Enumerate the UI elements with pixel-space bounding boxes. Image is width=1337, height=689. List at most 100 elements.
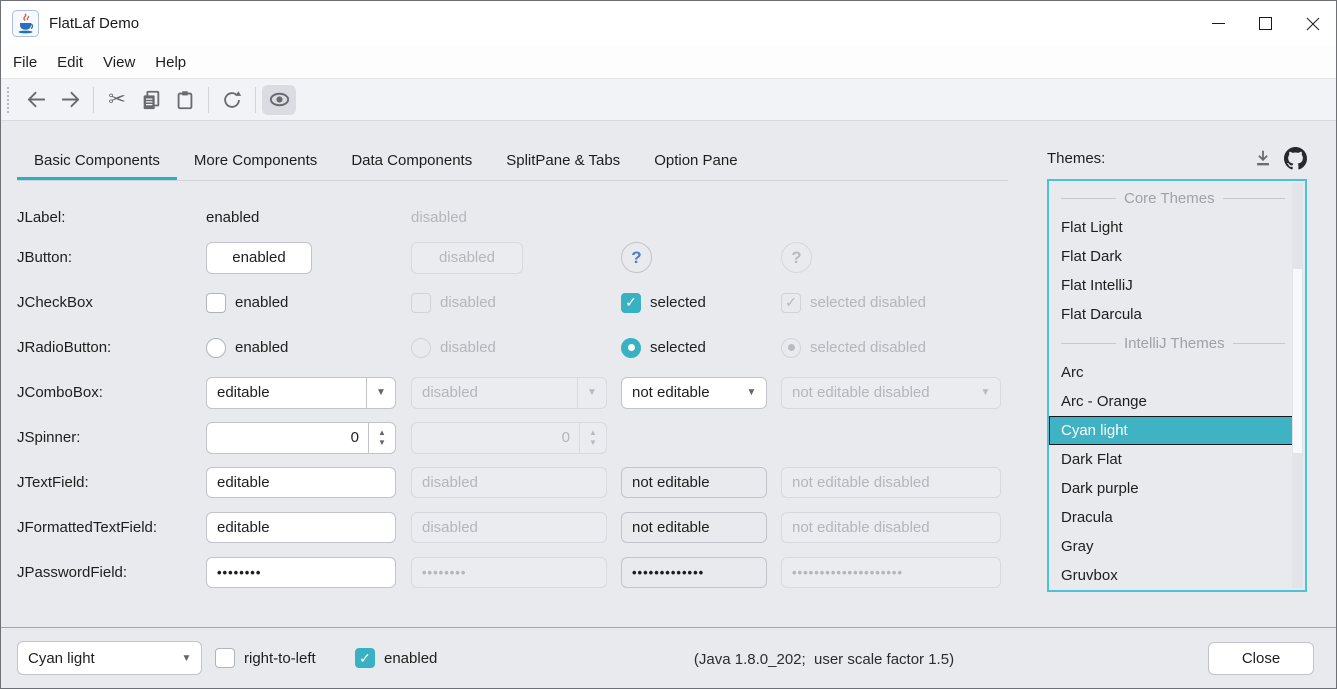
jradio-enabled[interactable]: enabled (206, 338, 411, 358)
spinner-up-icon[interactable]: ▲ (378, 428, 386, 438)
theme-item-flat-darcula[interactable]: Flat Darcula (1049, 300, 1305, 329)
menu-help[interactable]: Help (145, 46, 196, 78)
jbutton-enabled[interactable]: enabled (206, 242, 312, 274)
toolbar-grip[interactable] (7, 87, 11, 113)
passwordfield-not-editable: ••••••••••••• (621, 557, 767, 588)
textfield-disabled: disabled (411, 467, 607, 498)
menu-file[interactable]: File (3, 46, 47, 78)
passwordfield-disabled: •••••••• (411, 557, 607, 588)
forward-arrow-icon (59, 88, 82, 111)
toolbar-separator (93, 87, 94, 113)
jcheckbox-enabled[interactable]: enabled (206, 293, 411, 313)
theme-item-dracula[interactable]: Dracula (1049, 503, 1305, 532)
checkbox-unchecked[interactable] (215, 648, 235, 668)
spinner-up-icon: ▲ (589, 428, 597, 438)
toolbar-separator (208, 87, 209, 113)
passwordfield-editable[interactable]: •••••••• (206, 557, 396, 588)
copy-button[interactable] (134, 85, 168, 115)
minimize-button[interactable] (1195, 1, 1242, 46)
theme-item-cyan-light-selected[interactable]: Cyan light (1049, 416, 1294, 445)
theme-item-gruvbox[interactable]: Gruvbox (1049, 561, 1305, 590)
chevron-down-icon: ▼ (971, 378, 1000, 408)
toolbar-separator (255, 87, 256, 113)
tab-data-components[interactable]: Data Components (334, 141, 489, 180)
checkbox-checked-disabled: ✓ (781, 293, 801, 313)
jradio-selected-disabled: selected disabled (781, 338, 1011, 358)
passwordfield-not-editable-disabled: •••••••••••••••••••• (781, 557, 1001, 588)
app-window: FlatLaf Demo File Edit View Help (0, 0, 1337, 689)
row-label-jlabel: JLabel: (17, 209, 206, 226)
row-label-jcombobox: JComboBox: (17, 384, 206, 401)
right-to-left-checkbox[interactable]: right-to-left (215, 648, 316, 668)
jcheckbox-selected[interactable]: ✓ selected (621, 293, 781, 313)
radio-selected[interactable] (621, 338, 641, 358)
theme-item-arc[interactable]: Arc (1049, 358, 1305, 387)
chevron-down-icon[interactable]: ▼ (366, 378, 395, 408)
download-icon (1253, 148, 1273, 168)
row-label-jpasswordfield: JPasswordField: (17, 564, 206, 581)
theme-item-flat-light[interactable]: Flat Light (1049, 213, 1305, 242)
formattedtextfield-editable[interactable]: editable (206, 512, 396, 543)
spinner-down-icon: ▼ (589, 438, 597, 448)
maximize-button[interactable] (1242, 1, 1289, 46)
tab-option-pane[interactable]: Option Pane (637, 141, 754, 180)
row-label-jtextfield: JTextField: (17, 474, 206, 491)
combobox-not-editable[interactable]: not editable ▼ (621, 377, 767, 409)
tab-more-components[interactable]: More Components (177, 141, 334, 180)
theme-item-arc-orange[interactable]: Arc - Orange (1049, 387, 1305, 416)
formattedtextfield-not-editable-disabled: not editable disabled (781, 512, 1001, 543)
row-label-jcheckbox: JCheckBox (17, 294, 206, 311)
chevron-down-icon[interactable]: ▼ (737, 378, 766, 408)
close-window-button[interactable] (1289, 1, 1336, 46)
paste-clipboard-icon (174, 89, 196, 111)
refresh-button[interactable] (215, 85, 249, 115)
chevron-down-icon[interactable]: ▼ (172, 642, 201, 674)
download-button[interactable] (1253, 148, 1273, 168)
radio-unselected[interactable] (206, 338, 226, 358)
help-button[interactable]: ? (621, 242, 652, 273)
menu-edit[interactable]: Edit (47, 46, 93, 78)
row-label-jspinner: JSpinner: (17, 429, 206, 446)
show-hidden-toggle-button[interactable] (262, 85, 296, 115)
minimize-icon (1212, 17, 1225, 30)
combobox-editable[interactable]: editable ▼ (206, 377, 396, 409)
theme-item-dark-flat[interactable]: Dark Flat (1049, 445, 1305, 474)
themes-group-core: Core Themes (1049, 184, 1305, 213)
close-button[interactable]: Close (1208, 642, 1314, 675)
eye-icon (268, 88, 291, 111)
cut-button[interactable]: ✂ (100, 85, 134, 115)
menu-view[interactable]: View (93, 46, 145, 78)
theme-item-flat-dark[interactable]: Flat Dark (1049, 242, 1305, 271)
checkbox-unchecked[interactable] (206, 293, 226, 313)
back-button[interactable] (19, 85, 53, 115)
paste-button[interactable] (168, 85, 202, 115)
checkbox-checked[interactable]: ✓ (621, 293, 641, 313)
themes-header: Themes: (1047, 143, 1307, 173)
textfield-not-editable-disabled: not editable disabled (781, 467, 1001, 498)
textfield-editable[interactable]: editable (206, 467, 396, 498)
theme-item-dark-purple[interactable]: Dark purple (1049, 474, 1305, 503)
spinner-disabled: 0 ▲▼ (411, 422, 607, 454)
formattedtextfield-disabled: disabled (411, 512, 607, 543)
themes-scrollbar-thumb[interactable] (1293, 269, 1302, 453)
theme-item-flat-intellij[interactable]: Flat IntelliJ (1049, 271, 1305, 300)
spinner-enabled[interactable]: 0 ▲▼ (206, 422, 396, 454)
themes-list: Core Themes Flat Light Flat Dark Flat In… (1047, 179, 1307, 592)
jradio-selected[interactable]: selected (621, 338, 781, 358)
refresh-icon (221, 89, 243, 111)
theme-selector-combobox[interactable]: Cyan light ▼ (17, 641, 202, 675)
spinner-value[interactable]: 0 (207, 429, 368, 446)
close-icon (1306, 17, 1320, 31)
spinner-down-icon[interactable]: ▼ (378, 438, 386, 448)
theme-item-gray[interactable]: Gray (1049, 532, 1305, 561)
enabled-checkbox[interactable]: ✓ enabled (355, 648, 437, 668)
formattedtextfield-not-editable: not editable (621, 512, 767, 543)
checkbox-unchecked-disabled (411, 293, 431, 313)
forward-button[interactable] (53, 85, 87, 115)
tab-splitpane-tabs[interactable]: SplitPane & Tabs (489, 141, 637, 180)
jlabel-enabled: enabled (206, 209, 411, 226)
row-label-jradiobutton: JRadioButton: (17, 339, 206, 356)
checkbox-checked[interactable]: ✓ (355, 648, 375, 668)
github-link-button[interactable] (1284, 147, 1307, 170)
tab-basic-components[interactable]: Basic Components (17, 141, 177, 180)
